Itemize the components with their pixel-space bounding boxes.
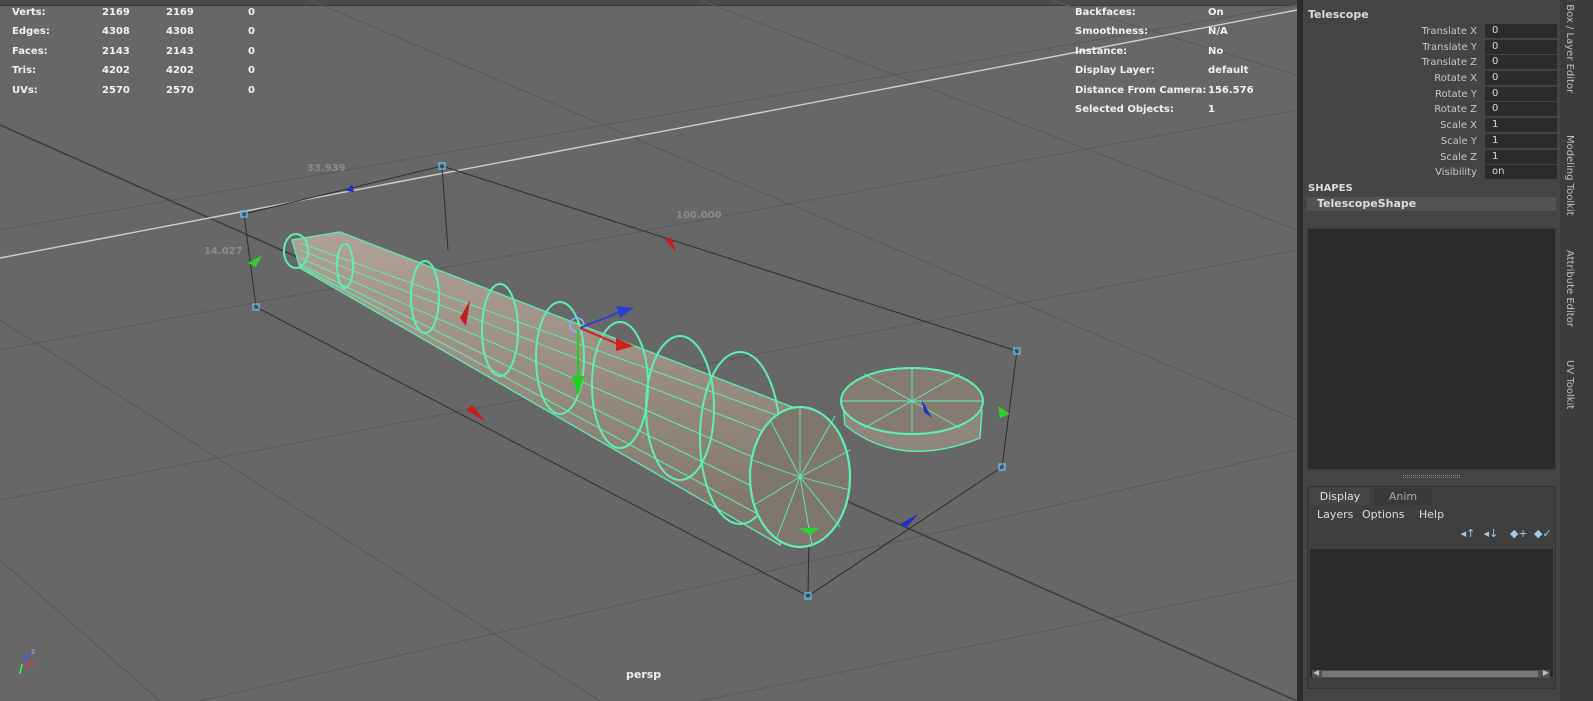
attr-label[interactable]: Scale X: [1440, 118, 1477, 133]
hud-value: 0: [248, 46, 255, 57]
channel-box-panel: Telescope Translate X 0 Translate Y 0 Tr…: [1303, 0, 1560, 701]
attr-rotate-y[interactable]: Rotate Y 0: [1303, 87, 1560, 102]
attr-translate-z[interactable]: Translate Z 0: [1303, 55, 1560, 70]
hud-value: 2570: [166, 85, 194, 96]
tab-anim[interactable]: Anim: [1374, 488, 1432, 505]
attr-scale-y[interactable]: Scale Y 1: [1303, 134, 1560, 149]
attr-value-field[interactable]: 1: [1485, 150, 1557, 164]
layer-move-down-icon[interactable]: ◂↓: [1483, 528, 1499, 540]
hud-value: 0: [248, 65, 255, 76]
hud-value: default: [1208, 65, 1249, 76]
hud-label: Edges:: [12, 26, 50, 37]
attr-scale-z[interactable]: Scale Z 1: [1303, 150, 1560, 165]
attr-visibility[interactable]: Visibility on: [1303, 165, 1560, 180]
measure-height: 14.027: [204, 246, 243, 257]
hud-value: 2143: [166, 46, 194, 57]
hud-value: 4308: [102, 26, 130, 37]
attr-label[interactable]: Translate Y: [1422, 40, 1477, 55]
attr-translate-y[interactable]: Translate Y 0: [1303, 40, 1560, 55]
telescope-mesh[interactable]: [283, 231, 852, 549]
hud-label: Distance From Camera:: [1075, 85, 1207, 96]
attr-value-field[interactable]: 0: [1485, 24, 1557, 38]
measure-depth: 33.939: [307, 163, 346, 174]
menu-layers[interactable]: Layers: [1317, 507, 1353, 522]
attr-value-field[interactable]: 1: [1485, 118, 1557, 132]
attr-label[interactable]: Scale Z: [1440, 150, 1477, 165]
hud-label: Display Layer:: [1075, 65, 1155, 76]
hud-label: Tris:: [12, 65, 37, 76]
hud-value: On: [1208, 7, 1224, 18]
side-tab-strip: Channel Box / Layer Editor Modeling Tool…: [1560, 0, 1593, 701]
layer-list[interactable]: [1310, 549, 1553, 677]
hud-label: UVs:: [12, 85, 38, 96]
hud-value: 4308: [166, 26, 194, 37]
lens-cap-mesh[interactable]: [840, 367, 984, 452]
attr-label[interactable]: Rotate Y: [1435, 87, 1477, 102]
tab-uv-toolkit[interactable]: UV Toolkit: [1563, 360, 1575, 409]
attr-scale-x[interactable]: Scale X 1: [1303, 118, 1560, 133]
hud-value: 2143: [102, 46, 130, 57]
hud-label: Selected Objects:: [1075, 104, 1174, 115]
view-axis-icon: z: [19, 647, 35, 675]
attr-label[interactable]: Translate X: [1422, 24, 1477, 39]
hud-value: 156.576: [1208, 85, 1254, 96]
panel-resize-grip[interactable]: [1403, 475, 1460, 478]
attr-translate-x[interactable]: Translate X 0: [1303, 24, 1560, 39]
attr-value-field[interactable]: 0: [1485, 102, 1557, 116]
attr-rotate-x[interactable]: Rotate X 0: [1303, 71, 1560, 86]
hud-value: 0: [248, 7, 255, 18]
hud-value: 2570: [102, 85, 130, 96]
svg-text:z: z: [31, 647, 35, 656]
attr-value-field[interactable]: 1: [1485, 134, 1557, 148]
attr-label[interactable]: Scale Y: [1441, 134, 1477, 149]
new-layer-icon[interactable]: ◆+: [1510, 528, 1528, 540]
menu-options[interactable]: Options: [1362, 507, 1404, 522]
hud-value: 4202: [166, 65, 194, 76]
layer-list-scrollbar[interactable]: ◀ ▶: [1312, 668, 1550, 678]
hud-value: N/A: [1208, 26, 1228, 37]
attr-value-field[interactable]: on: [1485, 165, 1557, 179]
perspective-viewport[interactable]: z Verts: 2169 2169 0 Edges: 4308 4308 0 …: [0, 0, 1297, 701]
layer-editor: Display Anim Layers Options Help ◂↑ ◂↓ ◆…: [1307, 486, 1556, 689]
new-layer-selected-icon[interactable]: ◆✓: [1534, 528, 1552, 540]
tab-attribute-editor[interactable]: Attribute Editor: [1563, 250, 1575, 327]
attr-label[interactable]: Rotate Z: [1434, 102, 1477, 117]
attr-value-field[interactable]: 0: [1485, 87, 1557, 101]
hud-value: 2169: [166, 7, 194, 18]
attr-label[interactable]: Rotate X: [1434, 71, 1477, 86]
hud-label: Backfaces:: [1075, 7, 1136, 18]
attr-rotate-z[interactable]: Rotate Z 0: [1303, 102, 1560, 117]
attr-value-field[interactable]: 0: [1485, 55, 1557, 69]
hud-value: 0: [248, 85, 255, 96]
measure-width: 100.000: [676, 210, 722, 221]
menu-help[interactable]: Help: [1419, 507, 1444, 522]
shape-attributes-pane: [1307, 228, 1556, 470]
hud-label: Instance:: [1075, 46, 1128, 57]
hud-value: 2169: [102, 7, 130, 18]
shape-node-item[interactable]: TelescopeShape: [1307, 197, 1556, 211]
layer-move-up-icon[interactable]: ◂↑: [1460, 528, 1476, 540]
hud-label: Smoothness:: [1075, 26, 1149, 37]
tab-channel-box[interactable]: Channel Box / Layer Editor: [1563, 0, 1575, 93]
scroll-left-icon[interactable]: ◀: [1313, 668, 1319, 677]
scrollbar-thumb[interactable]: [1322, 671, 1538, 677]
shapes-header: SHAPES: [1308, 183, 1353, 194]
attr-label[interactable]: Translate Z: [1422, 55, 1477, 70]
hud-value: 4202: [102, 65, 130, 76]
hud-label: Faces:: [12, 46, 48, 57]
tab-display[interactable]: Display: [1310, 488, 1370, 505]
hud-value: No: [1208, 46, 1224, 57]
hud-value: 0: [248, 26, 255, 37]
attr-value-field[interactable]: 0: [1485, 40, 1557, 54]
tab-modeling-toolkit[interactable]: Modeling Toolkit: [1563, 135, 1575, 216]
attr-label[interactable]: Visibility: [1435, 165, 1477, 180]
hud-value: 1: [1208, 104, 1215, 115]
scroll-right-icon[interactable]: ▶: [1543, 668, 1549, 677]
camera-name-label: persp: [626, 668, 662, 681]
attr-value-field[interactable]: 0: [1485, 71, 1557, 85]
hud-label: Verts:: [12, 7, 46, 18]
object-name[interactable]: Telescope: [1308, 8, 1369, 21]
